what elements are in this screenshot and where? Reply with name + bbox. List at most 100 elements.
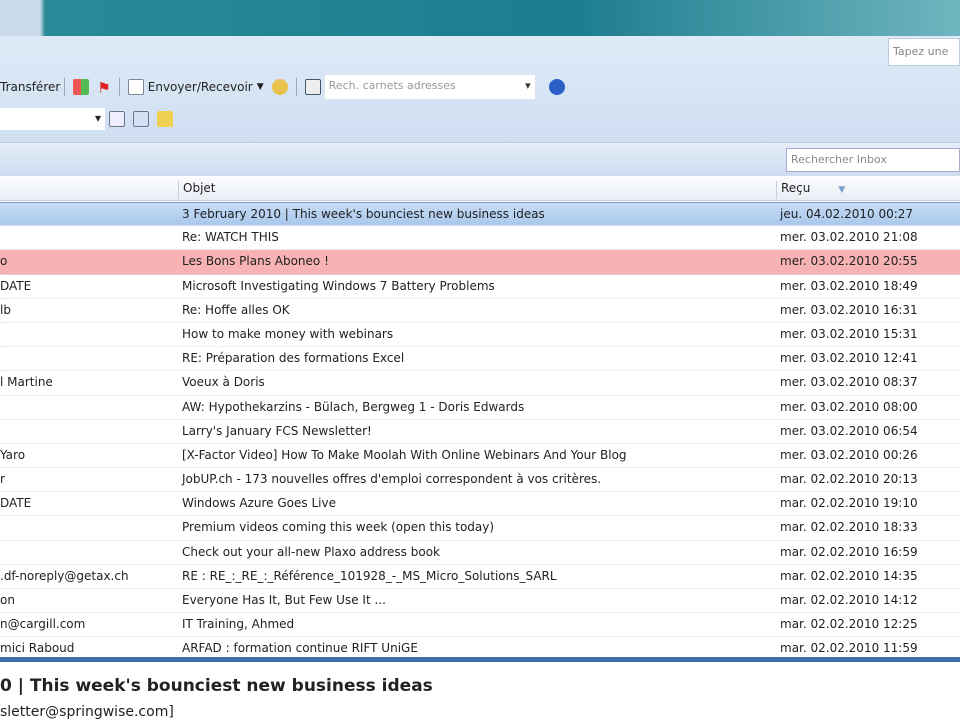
reading-pane: 0 | This week's bounciest new business i… — [0, 662, 960, 720]
message-row[interactable]: lb Re: Hoffe alles OK mer. 03.02.2010 16:3… — [0, 299, 960, 323]
message-subject: Premium videos coming this week (open th… — [182, 520, 495, 535]
message-row[interactable]: r JobUP.ch - 173 nouvelles offres d'emplo… — [0, 468, 960, 493]
message-list: 3 February 2010 | This week's bounciest … — [0, 202, 960, 658]
message-subject: Re: WATCH THIS — [182, 230, 279, 245]
message-from: .df-noreply@getax.ch — [0, 568, 129, 583]
message-from: Yaro — [0, 447, 26, 462]
message-from: on — [0, 593, 15, 607]
message-received: mar. 02.02.2010 20:13 — [780, 472, 918, 487]
message-row[interactable]: mici Raboud ARFAD : formation continue RI… — [0, 637, 960, 658]
categorize-icon[interactable] — [73, 79, 90, 95]
message-received: mar. 02.02.2010 16:59 — [780, 544, 918, 559]
message-subject: Les Bons Plans Aboneo ! — [182, 254, 329, 269]
message-row[interactable]: Re: WATCH THIS mer. 03.02.2010 21:08 — [0, 226, 960, 251]
message-subject: RE : RE_:_RE_:_Référence_101928_-_MS_Mic… — [182, 568, 557, 583]
message-from: n@cargill.com — [0, 617, 86, 632]
forward-button[interactable]: Transférer — [0, 80, 60, 94]
column-received[interactable]: Reçu ▼ — [776, 181, 960, 199]
message-from: DATE — [0, 278, 32, 293]
sort-desc-icon: ▼ — [838, 185, 846, 195]
preview-sender: sletter@springwise.com] — [0, 704, 174, 720]
address-search-input[interactable]: Rech. carnets adresses ▾ — [324, 75, 535, 99]
flag-icon[interactable]: ⚑ — [97, 79, 110, 97]
message-subject: JobUP.ch - 173 nouvelles offres d'emploi… — [182, 472, 602, 487]
title-bar — [0, 0, 960, 36]
message-row[interactable]: AW: Hypothekarzins - Bülach, Bergweg 1 -… — [0, 396, 960, 420]
message-subject: [X-Factor Video] How To Make Moolah With… — [182, 447, 627, 462]
message-received: mer. 03.02.2010 20:55 — [780, 254, 918, 269]
address-book-icon[interactable] — [304, 79, 321, 95]
message-received: mer. 03.02.2010 06:54 — [780, 423, 918, 438]
preview-subject: 0 | This week's bounciest new business i… — [0, 676, 433, 696]
message-row[interactable]: Premium videos coming this week (open th… — [0, 516, 960, 541]
message-received: mar. 02.02.2010 18:33 — [780, 520, 918, 535]
message-row[interactable]: Larry's January FCS Newsletter! mer. 03.0… — [0, 420, 960, 444]
message-from: l Martine — [0, 375, 53, 390]
separator — [64, 78, 66, 96]
message-row[interactable]: How to make money with webinars mer. 03.0… — [0, 323, 960, 348]
message-row[interactable]: .df-noreply@getax.ch RE : RE_:_RE_:_Référ… — [0, 565, 960, 589]
message-row[interactable]: Check out your all-new Plaxo address boo… — [0, 541, 960, 565]
column-received-label: Reçu — [781, 181, 811, 195]
message-received: mer. 03.02.2010 21:08 — [780, 230, 918, 245]
message-subject: How to make money with webinars — [182, 326, 394, 341]
notes-icon[interactable] — [133, 111, 149, 127]
separator — [118, 78, 120, 96]
message-row[interactable]: Yaro [X-Factor Video] How To Make Moolah … — [0, 444, 960, 469]
message-row[interactable]: DATE Microsoft Investigating Windows 7 Ba… — [0, 275, 960, 299]
dropdown-icon[interactable]: ▼ — [257, 82, 264, 92]
message-subject: Microsoft Investigating Windows 7 Batter… — [182, 278, 495, 293]
search-bar: Rechercher Inbox — [0, 142, 960, 176]
help-search-input[interactable]: Tapez une — [888, 38, 960, 66]
message-subject: AW: Hypothekarzins - Bülach, Bergweg 1 -… — [182, 399, 525, 414]
message-row[interactable]: RE: Préparation des formations Excel mer.… — [0, 347, 960, 372]
view-combo[interactable]: ▾ — [0, 108, 105, 130]
message-row[interactable]: 3 February 2010 | This week's bounciest … — [0, 202, 960, 227]
separator — [295, 78, 297, 96]
chevron-down-icon[interactable]: ▾ — [525, 79, 531, 92]
message-subject: Check out your all-new Plaxo address boo… — [182, 544, 440, 559]
message-subject: RE: Préparation des formations Excel — [182, 351, 405, 366]
send-receive-icon — [127, 79, 144, 95]
message-subject: Windows Azure Goes Live — [182, 496, 336, 511]
message-received: mar. 02.02.2010 11:59 — [780, 641, 918, 656]
column-header: Objet Reçu ▼ — [0, 177, 960, 201]
help-icon[interactable] — [548, 79, 565, 95]
calendar-icon[interactable] — [109, 111, 125, 127]
rules-icon[interactable] — [157, 111, 173, 127]
message-row[interactable]: n@cargill.com IT Training, Ahmed mar. 02.0… — [0, 613, 960, 638]
message-received: mer. 03.02.2010 08:00 — [780, 399, 918, 414]
search-inbox-input[interactable]: Rechercher Inbox — [786, 148, 960, 172]
message-received: mar. 02.02.2010 12:25 — [780, 617, 918, 632]
message-row[interactable]: on Everyone Has It, But Few Use It ... mar… — [0, 589, 960, 614]
message-received: mer. 03.02.2010 16:31 — [780, 302, 918, 317]
column-subject[interactable]: Objet — [178, 181, 215, 199]
find-icon[interactable] — [271, 79, 288, 95]
send-receive-button[interactable]: Envoyer/Recevoir — [148, 80, 253, 94]
message-subject: ARFAD : formation continue RIFT UniGE — [182, 641, 418, 656]
message-subject: Larry's January FCS Newsletter! — [182, 423, 372, 438]
message-from: lb — [0, 302, 11, 317]
message-from: mici Raboud — [0, 641, 75, 656]
message-received: mer. 03.02.2010 15:31 — [780, 326, 918, 341]
address-search-placeholder: Rech. carnets adresses — [328, 79, 456, 92]
message-received: mar. 02.02.2010 14:12 — [780, 593, 918, 607]
message-subject: Voeux à Doris — [182, 375, 265, 390]
message-row[interactable]: DATE Windows Azure Goes Live mar. 02.02.20… — [0, 492, 960, 517]
message-subject: 3 February 2010 | This week's bounciest … — [182, 207, 545, 221]
message-received: mer. 03.02.2010 08:37 — [780, 375, 918, 390]
message-received: mer. 03.02.2010 12:41 — [780, 351, 918, 366]
chevron-down-icon[interactable]: ▾ — [95, 111, 101, 125]
message-received: mar. 02.02.2010 14:35 — [780, 568, 918, 583]
message-from: r — [0, 472, 5, 487]
message-received: mer. 03.02.2010 00:26 — [780, 447, 918, 462]
message-received: jeu. 04.02.2010 00:27 — [780, 207, 914, 221]
message-received: mer. 03.02.2010 18:49 — [780, 278, 918, 293]
message-row[interactable]: o Les Bons Plans Aboneo ! mer. 03.02.2010 … — [0, 250, 960, 275]
message-received: mar. 02.02.2010 19:10 — [780, 496, 918, 511]
toolbar: Transférer ⚑ Envoyer/Recevoir ▼ Rech. ca… — [0, 36, 960, 142]
message-subject: Everyone Has It, But Few Use It ... — [182, 593, 386, 607]
message-row[interactable]: l Martine Voeux à Doris mer. 03.02.2010 08… — [0, 371, 960, 396]
message-from: DATE — [0, 496, 32, 511]
message-subject: Re: Hoffe alles OK — [182, 302, 290, 317]
